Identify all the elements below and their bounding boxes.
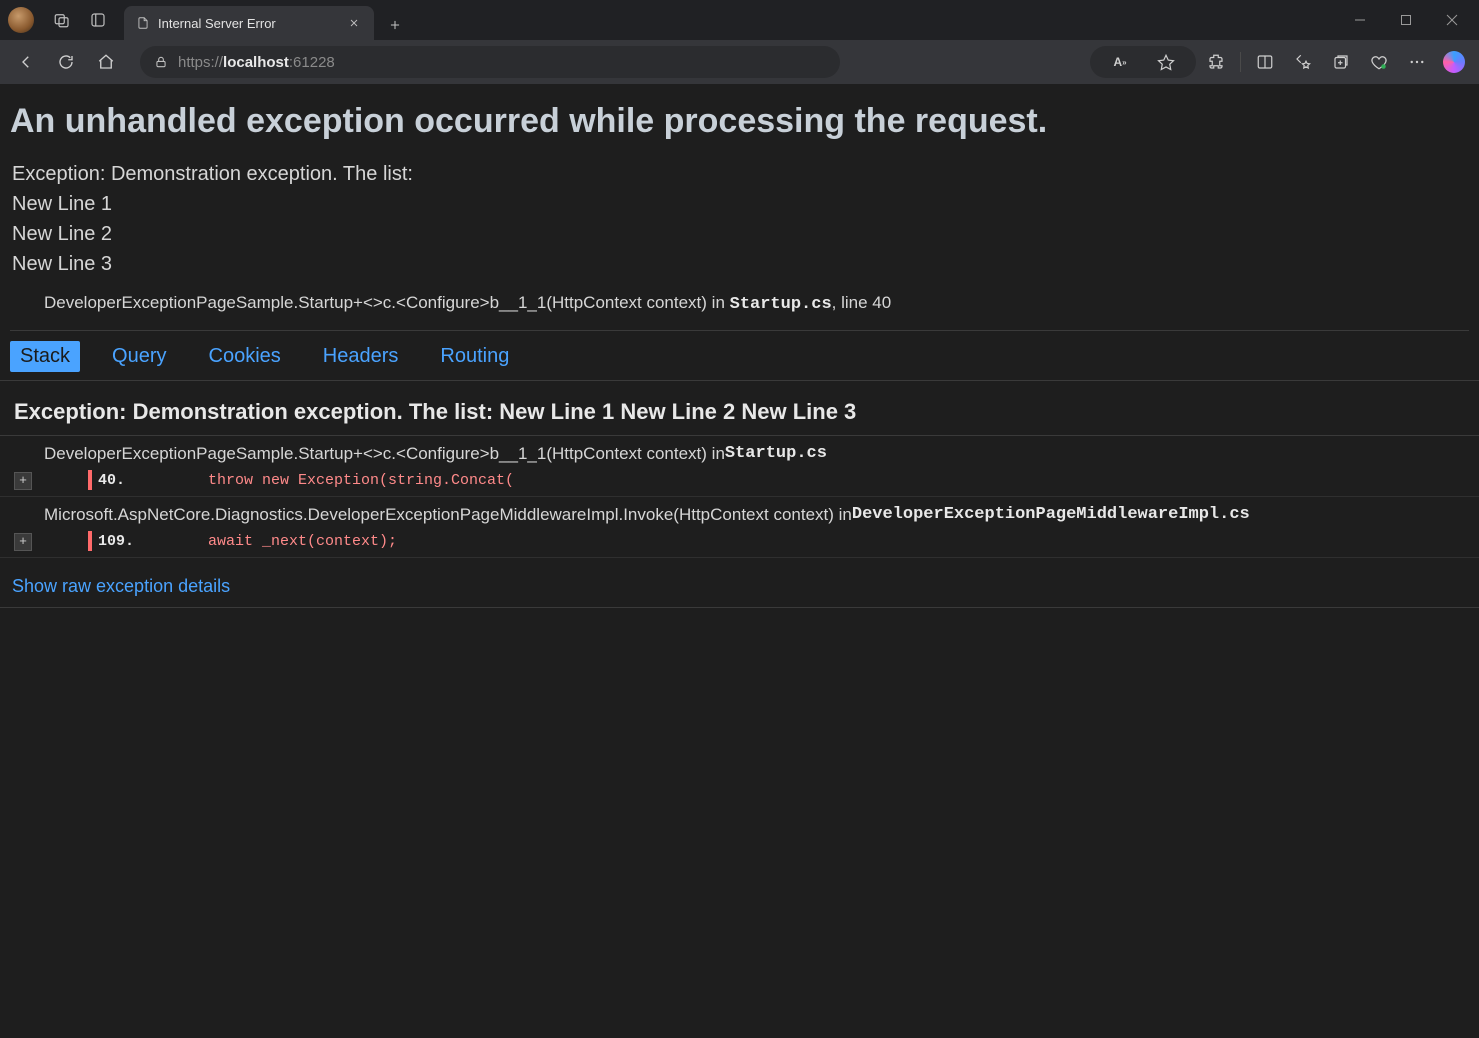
read-aloud-icon[interactable]: A»: [1102, 44, 1138, 80]
favorite-icon[interactable]: [1148, 44, 1184, 80]
window-controls: [1337, 0, 1475, 40]
stack-section-title: Exception: Demonstration exception. The …: [0, 381, 1479, 436]
code-snippet: throw new Exception(string.Concat(: [208, 472, 514, 489]
page-title: An unhandled exception occurred while pr…: [0, 96, 1479, 159]
favorites-icon[interactable]: [1285, 44, 1321, 80]
tab-headers[interactable]: Headers: [313, 341, 409, 372]
home-button[interactable]: [88, 44, 124, 80]
exception-message: Exception: Demonstration exception. The …: [0, 159, 1479, 287]
window-titlebar: Internal Server Error: [0, 0, 1479, 40]
browser-essentials-icon[interactable]: [1361, 44, 1397, 80]
page-actions-pill: A»: [1090, 46, 1196, 78]
show-raw-exception-link[interactable]: Show raw exception details: [0, 558, 1479, 608]
workspaces-icon[interactable]: [44, 2, 80, 38]
stack-frame: DeveloperExceptionPageSample.Startup+<>c…: [0, 436, 1479, 497]
minimize-button[interactable]: [1337, 0, 1383, 40]
document-icon: [136, 16, 150, 30]
developer-exception-page: An unhandled exception occurred while pr…: [0, 84, 1479, 1038]
settings-more-icon[interactable]: [1399, 44, 1435, 80]
profile-avatar[interactable]: [8, 7, 34, 33]
back-button[interactable]: [8, 44, 44, 80]
expand-frame-button[interactable]: +: [14, 472, 32, 490]
tab-stack[interactable]: Stack: [10, 341, 80, 372]
line-number: 40.: [98, 472, 148, 489]
error-marker-icon: [88, 531, 92, 551]
address-bar[interactable]: https://localhost:61228: [140, 46, 840, 78]
tab-routing[interactable]: Routing: [430, 341, 519, 372]
tab-title: Internal Server Error: [158, 16, 276, 31]
browser-tab[interactable]: Internal Server Error: [124, 6, 374, 40]
stack-frame-header[interactable]: DeveloperExceptionPageSample.Startup+<>c…: [0, 436, 1479, 468]
error-marker-icon: [88, 470, 92, 490]
maximize-button[interactable]: [1383, 0, 1429, 40]
tab-strip: Internal Server Error: [124, 0, 410, 40]
stack-frame-code: 109. await _next(context);: [32, 529, 1479, 557]
tab-cookies[interactable]: Cookies: [199, 341, 291, 372]
url-text: https://localhost:61228: [178, 54, 335, 71]
new-tab-button[interactable]: [380, 10, 410, 40]
toolbar-divider: [1240, 52, 1241, 72]
refresh-button[interactable]: [48, 44, 84, 80]
browser-toolbar: https://localhost:61228 A»: [0, 40, 1479, 84]
split-screen-icon[interactable]: [1247, 44, 1283, 80]
tab-query[interactable]: Query: [102, 341, 176, 372]
lock-icon: [154, 55, 168, 69]
copilot-icon[interactable]: [1443, 51, 1465, 73]
extensions-icon[interactable]: [1198, 44, 1234, 80]
close-window-button[interactable]: [1429, 0, 1475, 40]
line-number: 109.: [98, 533, 148, 550]
exception-origin: DeveloperExceptionPageSample.Startup+<>c…: [0, 287, 1479, 330]
code-snippet: await _next(context);: [208, 533, 397, 550]
collections-icon[interactable]: [1323, 44, 1359, 80]
stack-frame-code: 40. throw new Exception(string.Concat(: [32, 468, 1479, 496]
stack-frame: Microsoft.AspNetCore.Diagnostics.Develop…: [0, 497, 1479, 558]
stack-frame-header[interactable]: Microsoft.AspNetCore.Diagnostics.Develop…: [0, 497, 1479, 529]
close-tab-icon[interactable]: [344, 13, 364, 33]
detail-tabs: Stack Query Cookies Headers Routing: [0, 331, 1479, 381]
expand-frame-button[interactable]: +: [14, 533, 32, 551]
vertical-tabs-icon[interactable]: [80, 2, 116, 38]
